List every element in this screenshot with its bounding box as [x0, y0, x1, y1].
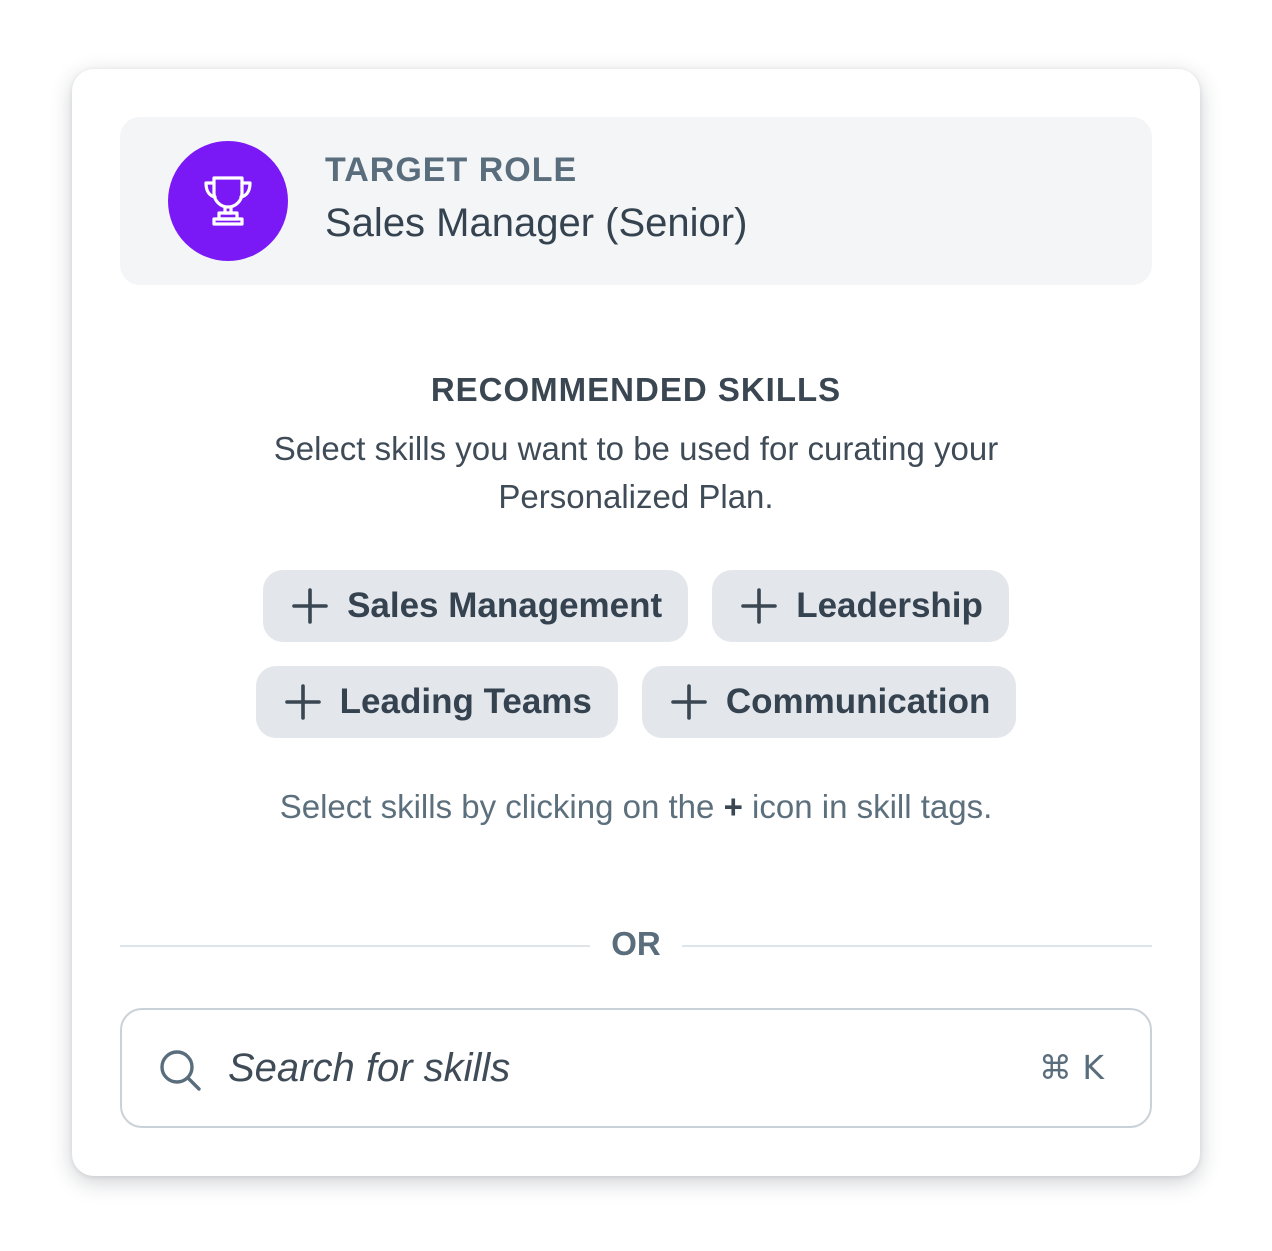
- divider-line: [682, 945, 1152, 947]
- or-divider: OR: [120, 921, 1152, 969]
- target-role-value: Sales Manager (Senior): [325, 201, 748, 245]
- plus-icon[interactable]: [291, 587, 329, 625]
- skill-tags: Sales Management Leadership Leading Team…: [72, 570, 1200, 762]
- skill-search-box[interactable]: ⌘ K: [120, 1008, 1152, 1128]
- skill-tag-communication[interactable]: Communication: [641, 666, 1017, 738]
- plus-icon[interactable]: [670, 683, 708, 721]
- divider-label: OR: [611, 925, 661, 962]
- skill-tag-row: Leading Teams Communication: [72, 666, 1200, 738]
- search-icon: [158, 1048, 202, 1092]
- skill-tag-leading-teams[interactable]: Leading Teams: [255, 666, 618, 738]
- hint-text-end: icon in skill tags.: [752, 788, 993, 825]
- skill-tag-label: Leadership: [796, 586, 983, 625]
- recommended-skills-description: Select skills you want to be used for cu…: [273, 430, 999, 515]
- hint-text-start: Select skills by clicking on the: [279, 788, 715, 825]
- hint-plus-symbol: +: [723, 788, 743, 825]
- skill-tag-row: Sales Management Leadership: [72, 570, 1200, 642]
- skill-tag-leadership[interactable]: Leadership: [712, 570, 1009, 642]
- skills-card: TARGET ROLE Sales Manager (Senior) RECOM…: [72, 69, 1200, 1176]
- skill-tag-sales-management[interactable]: Sales Management: [263, 570, 689, 642]
- plus-icon[interactable]: [284, 683, 322, 721]
- skill-tag-label: Leading Teams: [339, 682, 592, 721]
- keyboard-shortcut-hint: ⌘ K: [1038, 1048, 1104, 1087]
- skill-tag-label: Communication: [725, 682, 991, 721]
- recommended-skills-title: RECOMMENDED SKILLS: [430, 371, 842, 408]
- search-input[interactable]: [228, 1032, 988, 1104]
- target-role-label: TARGET ROLE: [325, 151, 578, 189]
- trophy-icon: [168, 141, 288, 261]
- selection-hint: Select skills by clicking on the + icon …: [72, 788, 1200, 826]
- plus-icon[interactable]: [740, 587, 778, 625]
- skill-tag-label: Sales Management: [347, 586, 663, 625]
- target-role-panel: TARGET ROLE Sales Manager (Senior): [120, 117, 1152, 285]
